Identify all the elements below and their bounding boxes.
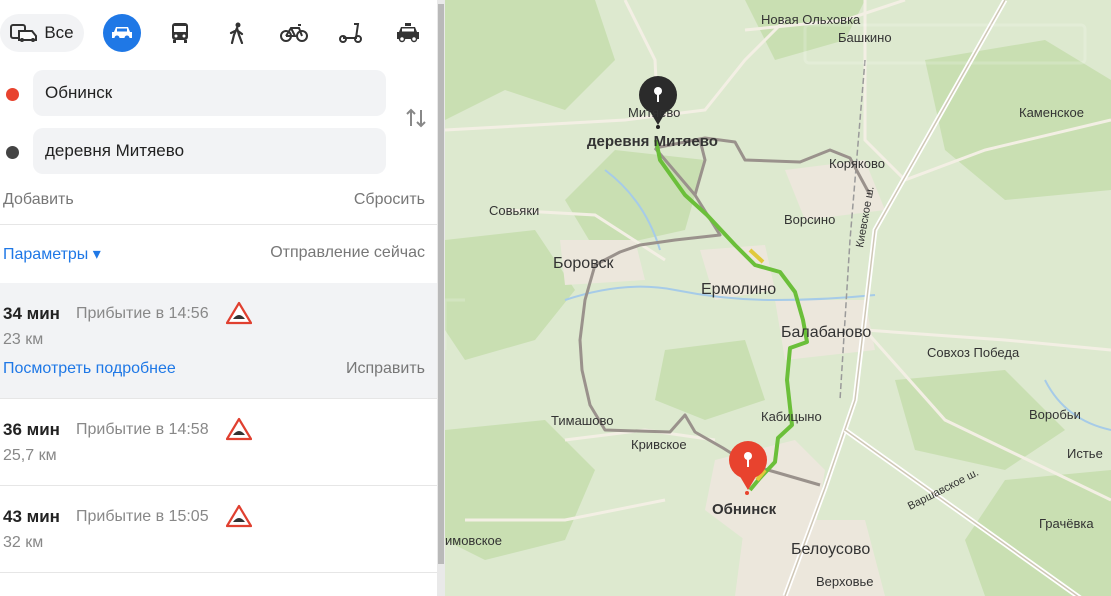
- label-borovsk: Боровск: [553, 255, 615, 272]
- taxi-icon: [397, 23, 419, 43]
- label-koryakovo: Коряково: [829, 156, 885, 171]
- scrollbar-thumb[interactable]: [438, 4, 444, 564]
- reset-button[interactable]: Сбросить: [354, 191, 425, 209]
- road-bump-warning-icon: [226, 301, 252, 325]
- label-mityaevo-small: Митяево: [628, 105, 680, 120]
- mode-all-button[interactable]: Все: [0, 14, 84, 52]
- destination-value: деревня Митяево: [45, 141, 185, 160]
- label-verkhovye: Верховье: [816, 574, 873, 589]
- car-bus-icon: [10, 24, 38, 42]
- destination-dot-icon: [6, 146, 19, 159]
- label-balabanovo: Балабаново: [781, 324, 871, 341]
- mode-bus-button[interactable]: [161, 14, 199, 52]
- label-sovkhoz-pobeda: Совхоз Победа: [927, 345, 1020, 360]
- destination-field[interactable]: деревня Митяево: [33, 128, 386, 174]
- map-view[interactable]: Новая Ольховка Башкино Митяево деревня М…: [445, 0, 1111, 596]
- label-mityaevo-village: деревня Митяево: [587, 133, 718, 150]
- route-panel: Все Обнинск деревня Митяево Добавить Сбр…: [0, 0, 437, 596]
- label-vorsino: Ворсино: [784, 212, 835, 227]
- label-grachyovka: Грачёвка: [1039, 516, 1094, 531]
- label-timashovo: Тимашово: [551, 413, 613, 428]
- route-distance: 32 км: [3, 534, 44, 551]
- panel-scrollbar[interactable]: [437, 0, 445, 596]
- mode-pedestrian-button[interactable]: [218, 14, 256, 52]
- route-details-link[interactable]: Посмотреть подробнее: [3, 360, 176, 378]
- divider: [0, 224, 437, 225]
- origin-dot-icon: [6, 88, 19, 101]
- mode-scooter-button[interactable]: [332, 14, 370, 52]
- label-obninsk: Обнинск: [712, 501, 777, 518]
- route-fix-link[interactable]: Исправить: [346, 360, 425, 378]
- form-actions: Добавить Сбросить: [3, 191, 425, 209]
- mode-bicycle-button[interactable]: [275, 14, 313, 52]
- route-arrival: Прибытие в 14:58: [76, 421, 209, 438]
- route-distance: 25,7 км: [3, 447, 57, 464]
- label-istie: Истье: [1067, 446, 1103, 461]
- label-imovskoe: имовское: [445, 533, 502, 548]
- mode-all-label: Все: [44, 23, 74, 42]
- departure-time-button[interactable]: Отправление сейчас: [270, 244, 425, 262]
- label-kabitsyno: Кабицыно: [761, 409, 822, 424]
- label-ermolino: Ермолино: [701, 281, 776, 298]
- route-time: 43 мин: [3, 507, 60, 526]
- label-sovyaki: Совьяки: [489, 203, 539, 218]
- road-bump-warning-icon: [226, 417, 252, 441]
- origin-field[interactable]: Обнинск: [33, 70, 386, 116]
- route-option-3[interactable]: 43 мин Прибытие в 15:05 32 км: [0, 486, 437, 572]
- parameters-button[interactable]: Параметры ▾: [3, 244, 101, 264]
- add-point-button[interactable]: Добавить: [3, 191, 74, 208]
- route-option-1[interactable]: 34 мин Прибытие в 14:56 23 км Посмотреть…: [0, 283, 437, 398]
- scooter-icon: [339, 23, 362, 43]
- swap-arrows-icon[interactable]: [404, 106, 428, 130]
- label-vorobyi: Воробьи: [1029, 407, 1081, 422]
- road-bump-warning-icon: [226, 504, 252, 528]
- bicycle-icon: [280, 24, 308, 42]
- label-kamenskoe: Каменское: [1019, 105, 1084, 120]
- route-option-2[interactable]: 36 мин Прибытие в 14:58 25,7 км: [0, 399, 437, 485]
- route-time: 36 мин: [3, 420, 60, 439]
- route-option-4-partial[interactable]: [0, 573, 437, 596]
- route-arrival: Прибытие в 14:56: [76, 305, 209, 322]
- label-krivskoe: Кривское: [631, 437, 687, 452]
- mode-car-button[interactable]: [103, 14, 141, 52]
- bus-icon: [172, 23, 188, 43]
- map-canvas[interactable]: Новая Ольховка Башкино Митяево деревня М…: [445, 0, 1111, 596]
- origin-value: Обнинск: [45, 83, 113, 102]
- mode-taxi-button[interactable]: [389, 14, 427, 52]
- label-nova-olkhovka: Новая Ольховка: [761, 12, 861, 27]
- route-arrival: Прибытие в 15:05: [76, 508, 209, 525]
- route-time: 34 мин: [3, 304, 60, 323]
- car-icon: [112, 27, 132, 41]
- label-belousovo: Белоусово: [791, 541, 870, 558]
- label-bashkino: Башкино: [838, 30, 892, 45]
- transport-mode-bar: Все: [0, 13, 437, 57]
- pedestrian-icon: [229, 22, 244, 44]
- route-distance: 23 км: [3, 331, 44, 348]
